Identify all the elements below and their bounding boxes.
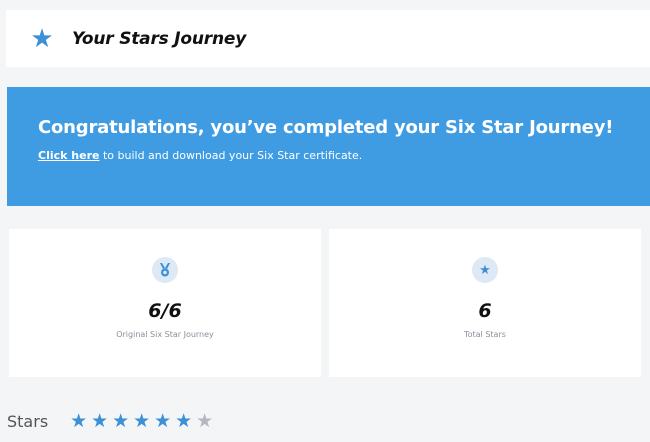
star-filled-icon: ★ [175, 409, 193, 432]
banner-headline: Congratulations, you’ve completed your S… [38, 117, 614, 138]
page-title: Your Stars Journey [72, 28, 247, 49]
star-filled-icon: ★ [112, 409, 130, 432]
journey-label: Original Six Star Journey [116, 330, 214, 339]
total-stars-card: ★ 6 Total Stars [329, 229, 641, 377]
journey-card: 6/6 Original Six Star Journey [9, 229, 321, 377]
star-filled-icon: ★ [154, 409, 172, 432]
star-filled-icon: ★ [91, 409, 109, 432]
certificate-link[interactable]: Click here [38, 149, 99, 162]
banner-sub-text: to build and download your Six Star cert… [99, 149, 363, 162]
total-stars-label: Total Stars [464, 330, 506, 339]
star-filled-icon: ★ [133, 409, 151, 432]
stars-label: Stars [7, 411, 49, 431]
star-icon: ★ [30, 23, 54, 54]
banner-subtext: Click here to build and download your Si… [38, 149, 362, 162]
page-header: ★ Your Stars Journey [6, 10, 650, 67]
star-empty-icon: ★ [196, 409, 214, 432]
star-filled-icon: ★ [70, 409, 88, 432]
medal-icon [152, 257, 178, 283]
journey-value: 6/6 [148, 300, 182, 322]
stars-rating-row: Stars ★ ★ ★ ★ ★ ★ ★ [7, 408, 215, 434]
total-stars-value: 6 [478, 300, 492, 322]
star-icon: ★ [472, 257, 498, 283]
completion-banner: Congratulations, you’ve completed your S… [7, 87, 650, 206]
stars-rating: ★ ★ ★ ★ ★ ★ ★ [68, 409, 215, 432]
